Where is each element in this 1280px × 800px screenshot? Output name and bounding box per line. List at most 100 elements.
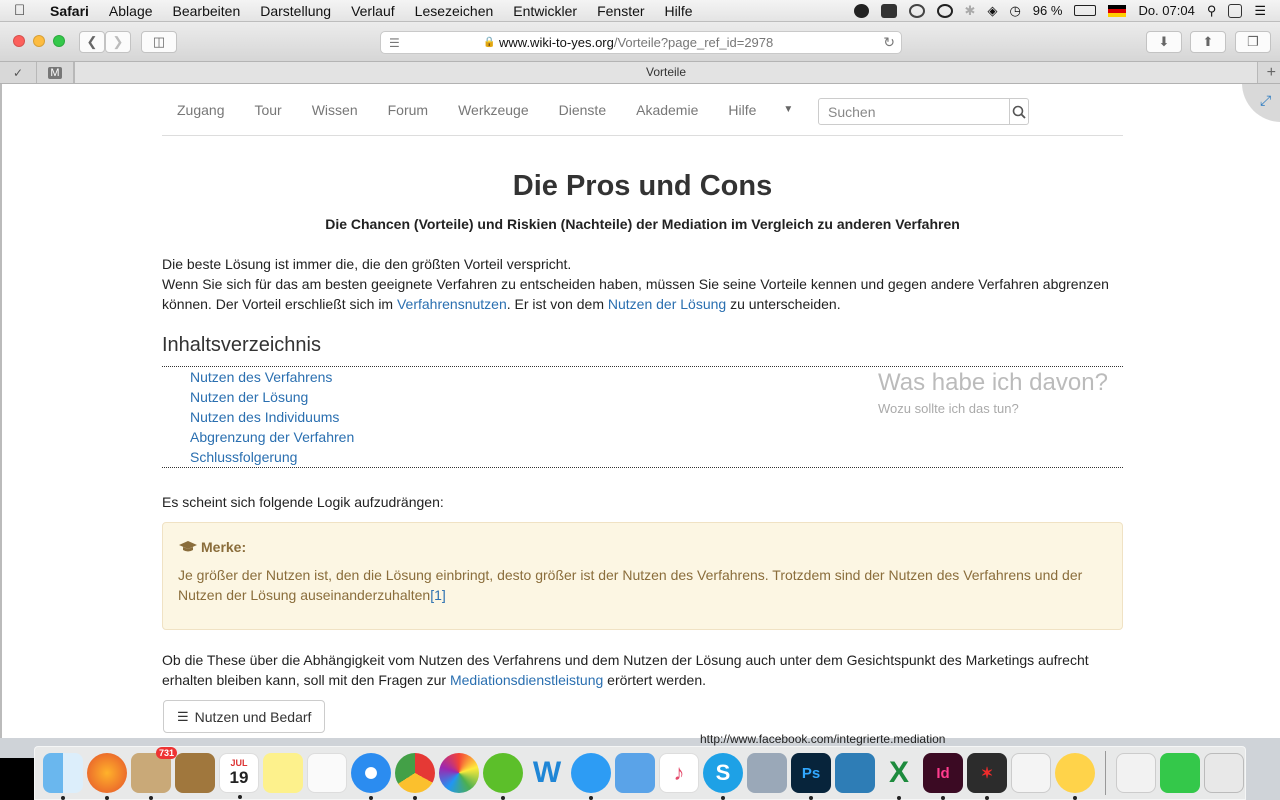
spotlight-search-icon[interactable]: ⚲ (1207, 3, 1217, 19)
downloads-button[interactable]: ⬇ (1146, 31, 1182, 53)
nav-werkzeuge[interactable]: Werkzeuge (443, 102, 544, 118)
nav-zugang[interactable]: Zugang (162, 102, 239, 118)
nav-hilfe[interactable]: Hilfe (713, 102, 771, 118)
merke-text: Je größer der Nutzen ist, den die Lösung… (178, 567, 1083, 603)
nutzen-bedarf-button[interactable]: ☰ Nutzen und Bedarf (163, 700, 326, 733)
notes-icon[interactable] (263, 753, 303, 793)
menu-lesezeichen[interactable]: Lesezeichen (405, 3, 504, 19)
expand-icon[interactable]: ⤢ (1260, 92, 1271, 109)
calendar-icon[interactable]: JUL 19 (219, 753, 259, 799)
page-title: Die Pros und Cons (512, 170, 773, 202)
pinned-tab-check[interactable]: ✓ (0, 62, 37, 83)
trash-icon[interactable] (1204, 753, 1244, 793)
menubar-clock[interactable]: Do. 07:04 (1138, 3, 1194, 18)
keynote-icon[interactable] (615, 753, 655, 793)
menu-verlauf[interactable]: Verlauf (341, 3, 405, 19)
wifi-icon[interactable]: ◈ (987, 3, 997, 19)
menu-ablage[interactable]: Ablage (99, 3, 163, 19)
fullscreen-corner[interactable]: ⤢ (1242, 84, 1280, 122)
reader-view-icon[interactable]: ☰ (389, 36, 400, 50)
display-icon[interactable] (1228, 3, 1243, 18)
messages-icon[interactable] (571, 753, 611, 800)
nav-tour[interactable]: Tour (239, 102, 296, 118)
nav-akademie[interactable]: Akademie (621, 102, 713, 118)
menu-app-safari[interactable]: Safari (40, 3, 99, 19)
tab-vorteile[interactable]: Vorteile (74, 62, 1258, 83)
nav-dropdown-caret-icon[interactable]: ▼ (771, 104, 807, 115)
menu-hilfe[interactable]: Hilfe (655, 3, 703, 19)
address-bar[interactable]: ☰ 🔒 www.wiki-to-yes.org/Vorteile?page_re… (380, 31, 902, 54)
mail-stamp-icon[interactable]: 731 (131, 747, 177, 800)
cyberduck-icon[interactable] (1055, 753, 1095, 800)
finder-icon[interactable] (43, 753, 83, 800)
minimize-window-button[interactable] (33, 35, 45, 47)
nav-dienste[interactable]: Dienste (544, 102, 621, 118)
tab-bar: ✓ M Vorteile + (0, 62, 1280, 84)
indesign-icon[interactable]: Id (923, 753, 963, 800)
preview-icon[interactable] (747, 753, 787, 793)
nav-wissen[interactable]: Wissen (297, 102, 373, 118)
link-verfahrensnutzen[interactable]: Verfahrensnutzen (397, 296, 507, 312)
menu-darstellung[interactable]: Darstellung (250, 3, 341, 19)
chrome-icon[interactable] (395, 753, 435, 800)
menu-bearbeiten[interactable]: Bearbeiten (163, 3, 251, 19)
search-button[interactable] (1009, 99, 1028, 124)
toc-item[interactable]: Nutzen der Lösung (190, 389, 308, 405)
share-button[interactable]: ⬆ (1190, 31, 1226, 53)
dropbox-status-icon[interactable] (880, 3, 897, 18)
facetime-icon[interactable] (1160, 753, 1200, 793)
battery-percent[interactable]: 96 % (1033, 3, 1063, 18)
skype-icon[interactable]: S (703, 753, 743, 800)
toc-item[interactable]: Nutzen des Verfahrens (190, 369, 332, 385)
menu-fenster[interactable]: Fenster (587, 3, 654, 19)
dock-separator (1105, 751, 1106, 795)
back-button[interactable]: ❮ (79, 31, 105, 53)
cloud-status-icon[interactable] (908, 3, 925, 18)
chevron-left-icon: ❮ (86, 34, 98, 49)
time-machine-icon[interactable]: ◷ (1009, 3, 1020, 19)
dolphin-app-icon[interactable] (835, 753, 875, 793)
link-nutzen-der-loesung[interactable]: Nutzen der Lösung (608, 296, 726, 312)
excel-x-icon[interactable]: X (879, 753, 919, 800)
fullscreen-window-button[interactable] (53, 35, 65, 47)
battery-icon[interactable] (1074, 5, 1097, 16)
textedit-icon[interactable] (1011, 753, 1051, 793)
notification-center-icon[interactable]: ☰ (1254, 3, 1266, 19)
search-input[interactable] (819, 99, 1009, 124)
documents-folder-icon[interactable] (1116, 753, 1156, 793)
new-tab-icon[interactable]: + (1267, 62, 1276, 83)
close-window-button[interactable] (13, 35, 25, 47)
safari-icon[interactable] (351, 753, 391, 800)
toc-item[interactable]: Nutzen des Individuums (190, 409, 339, 425)
toc-item[interactable]: Abgrenzung der Verfahren (190, 429, 354, 445)
toc-item[interactable]: Schlussfolgerung (190, 449, 297, 465)
apple-menu-icon[interactable]:  (14, 2, 40, 19)
footnote-ref-1[interactable]: [1] (430, 587, 446, 603)
word-w-icon[interactable]: W (527, 753, 567, 793)
german-flag-icon[interactable] (1108, 4, 1127, 17)
sidebar-toggle-button[interactable]: ◫ (141, 31, 177, 53)
evernote-icon[interactable] (483, 753, 523, 800)
share-icon: ⬆ (1202, 34, 1214, 49)
firefox-icon[interactable] (87, 753, 127, 800)
photos-icon[interactable] (439, 753, 479, 793)
itunes-icon[interactable]: ♪ (659, 753, 699, 793)
pinned-tab-m[interactable]: M (37, 62, 74, 83)
evernote-status-icon[interactable] (936, 3, 953, 18)
forward-button[interactable]: ❯ (105, 31, 131, 53)
skype-status-icon[interactable] (853, 3, 869, 18)
acrobat-icon[interactable]: ✶ (967, 753, 1007, 800)
contacts-icon[interactable] (175, 753, 215, 793)
nutzen-bedarf-label: Nutzen und Bedarf (194, 708, 312, 725)
merke-box: Merke: Je größer der Nutzen ist, den die… (162, 522, 1123, 630)
photoshop-icon[interactable]: Ps (791, 753, 831, 800)
background-window-text: http://www.facebook.com/integrierte.medi… (700, 732, 946, 746)
link-mediationsdienstleistung[interactable]: Mediationsdienstleistung (450, 672, 603, 688)
reminders-icon[interactable] (307, 753, 347, 793)
nav-forum[interactable]: Forum (373, 102, 443, 118)
menu-entwickler[interactable]: Entwickler (503, 3, 587, 19)
bluetooth-icon[interactable]: ✱ (965, 3, 976, 19)
show-tabs-button[interactable]: ❐ (1235, 31, 1271, 53)
reload-icon[interactable]: ↻ (883, 34, 895, 51)
these-paragraph: Ob die These über die Abhängigkeit vom N… (162, 652, 1089, 688)
